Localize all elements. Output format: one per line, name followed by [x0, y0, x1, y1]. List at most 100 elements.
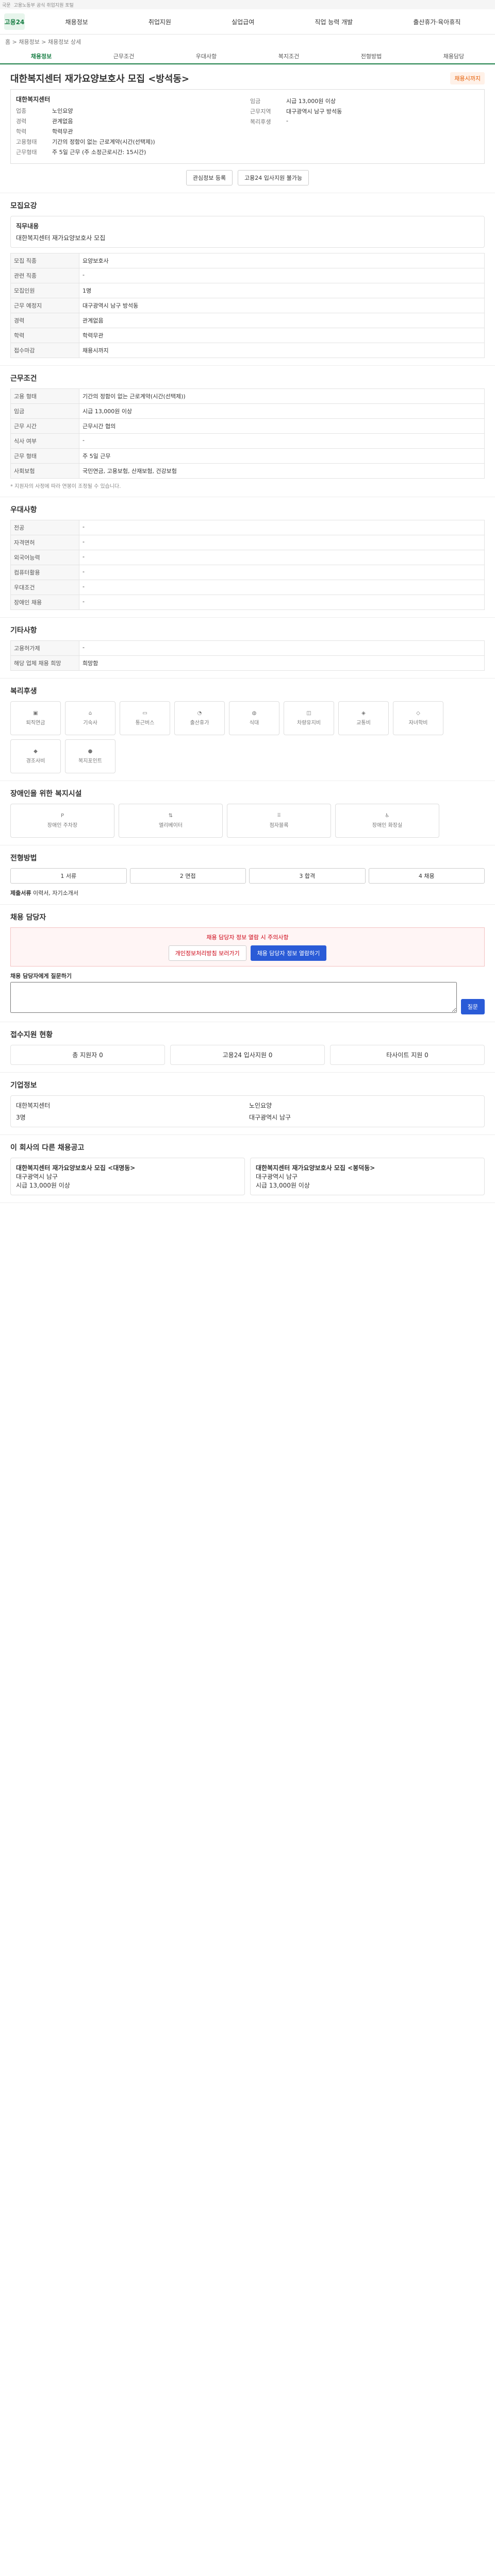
cell-key: 임금: [10, 403, 79, 419]
preference-table: 전공 - 자격면허 - 외국어능력 - 컴퓨터활용 - 우대조건 - 장애인 채용 -: [10, 520, 485, 610]
tab-3[interactable]: 복지조건: [248, 49, 330, 63]
bus-icon: ▭: [142, 710, 147, 716]
question-submit-button[interactable]: 질문: [460, 999, 485, 1014]
tab-0[interactable]: 채용정보: [0, 49, 82, 63]
recommend-title[interactable]: 대한복지센터 재가요양보호사 모집 <봉덕동>: [256, 1163, 479, 1172]
step-item: 2 면접: [129, 868, 246, 884]
cell-key: 모집 직종: [10, 253, 79, 268]
tab-5[interactable]: 채용담당: [412, 49, 495, 63]
recommend-pay: 시급 13,000원 이상: [16, 1182, 70, 1189]
interest-button[interactable]: 관심정보 등록: [186, 170, 233, 185]
welfare-item: ▣ 퇴직연금: [10, 701, 61, 735]
disability-section: 장애인을 위한 복지시설 P 장애인 주차장 ⇅ 엘리베이터 ⠿ 점자블록 ♿ 장애인 …: [0, 781, 495, 845]
duty-title: 직무내용: [16, 223, 39, 230]
welfare-item: ▭ 통근버스: [120, 701, 170, 735]
cell-value: 관계없음: [79, 313, 485, 328]
stat-card: 고용24 입사지원 0: [170, 1045, 325, 1065]
job-header: 대한복지센터 재가요양보호사 모집 <방석동> 채용시까지 대한복지센터 업종 노…: [0, 64, 495, 193]
alert-buttons: 개인정보처리방침 보러가기 채용 담당자 정보 열람하기: [16, 945, 479, 961]
welfare-item: ⌂ 기숙사: [65, 701, 116, 735]
cell-value: 학력무관: [79, 328, 485, 343]
elevator-icon: ⇅: [168, 813, 173, 819]
baby-icon: ◔: [197, 710, 202, 716]
menu-item-3[interactable]: 직업 능력 개발: [315, 18, 353, 26]
welfare-label: 교통비: [356, 720, 371, 726]
cell-value: 국민연금, 고용보험, 산재보험, 건강보험: [79, 463, 485, 479]
company-name[interactable]: 대한복지센터: [16, 95, 245, 104]
recommend-pay: 시급 13,000원 이상: [256, 1182, 310, 1189]
duty-card: 직무내용 대한복지센터 재가요양보호사 모집: [10, 216, 485, 248]
tab-4[interactable]: 전형방법: [330, 49, 412, 63]
company-info-name[interactable]: 대한복지센터: [16, 1101, 246, 1110]
school-icon: ◇: [416, 710, 420, 716]
cell-key: 관련 직종: [10, 268, 79, 283]
disability-item: P 장애인 주차장: [10, 804, 114, 838]
work-detail-section: 모집요강 직무내용 대한복지센터 재가요양보호사 모집 모집 직종 요양보호사 관…: [0, 193, 495, 366]
step-item: 3 합격: [249, 868, 366, 884]
disability-item: ⇅ 엘리베이터: [119, 804, 223, 838]
point-icon: ●: [88, 749, 93, 754]
cell-key: 우대조건: [10, 580, 79, 595]
summary-value: 주 5일 근무 (주 소정근로시간: 15시간): [52, 149, 146, 156]
global-nav: 고용24 채용정보 취업지원 실업급여 직업 능력 개발 출산휴가·육아휴직: [0, 9, 495, 35]
summary-key: 경력: [16, 118, 27, 125]
cell-value: -: [79, 640, 485, 656]
welfare-label: 기숙사: [83, 720, 97, 726]
disability-grid: P 장애인 주차장 ⇅ 엘리베이터 ⠿ 점자블록 ♿ 장애인 화장실: [10, 804, 485, 838]
lang-label[interactable]: 국문: [2, 2, 11, 8]
cell-key: 고용 형태: [10, 388, 79, 404]
recommend-title[interactable]: 대한복지센터 재가요양보호사 모집 <대명동>: [16, 1163, 239, 1172]
privacy-policy-button[interactable]: 개인정보처리방침 보러가기: [168, 945, 246, 961]
menu-item-1[interactable]: 취업지원: [148, 18, 171, 26]
menu-item-0[interactable]: 채용정보: [65, 18, 88, 26]
restroom-icon: ♿: [385, 813, 390, 819]
cell-value: 요양보호사: [79, 253, 485, 268]
apply-button[interactable]: 고용24 입사지원 불가능: [238, 170, 309, 185]
breadcrumb: 홈 > 채용정보 > 채용정보 상세: [5, 39, 81, 45]
summary-key: 학력: [16, 128, 27, 135]
cell-value: 시급 13,000원 이상: [79, 403, 485, 419]
cell-key: 학력: [10, 328, 79, 343]
cell-value: -: [79, 565, 485, 580]
cell-key: 외국어능력: [10, 550, 79, 565]
summary-key: 임금: [250, 98, 261, 105]
welfare-section: 복리후생 ▣ 퇴직연금 ⌂ 기숙사 ▭ 통근버스 ◔ 출산휴가 ◍ 식대 ◫ 차량유지비 ◈…: [0, 679, 495, 781]
cell-key: 식사 여부: [10, 433, 79, 449]
cell-value: -: [79, 535, 485, 550]
detail-tabs: 채용정보 근무조건 우대사항 복지조건 전형방법 채용담당: [0, 49, 495, 64]
view-contact-button[interactable]: 채용 담당자 정보 열람하기: [250, 945, 327, 961]
duty-text: 대한복지센터 재가요양보호사 모집: [16, 234, 106, 242]
welfare-label: 차량유지비: [297, 720, 321, 726]
summary-value: 관계없음: [52, 118, 73, 125]
section-title: 우대사항: [10, 506, 37, 514]
cell-key: 근무 시간: [10, 418, 79, 434]
section-title: 채용 담당자: [10, 913, 46, 922]
contact-alert: 채용 담당자 정보 열람 시 주의사항 개인정보처리방침 보러가기 채용 담당자…: [10, 927, 485, 967]
site-logo[interactable]: 고용24: [4, 13, 25, 30]
cell-value: -: [79, 550, 485, 565]
question-input[interactable]: [10, 982, 457, 1013]
section-title: 모집요강: [10, 202, 37, 210]
summary-key: 고용형태: [16, 139, 37, 145]
cell-value: 대구광역시 남구 방석동: [79, 298, 485, 313]
recommend-card[interactable]: 대한복지센터 재가요양보호사 모집 <대명동> 대구광역시 남구 시급 13,0…: [10, 1158, 245, 1195]
recommend-card[interactable]: 대한복지센터 재가요양보호사 모집 <봉덕동> 대구광역시 남구 시급 13,0…: [250, 1158, 485, 1195]
cell-key: 경력: [10, 313, 79, 328]
deadline-badge: 채용시까지: [450, 72, 485, 84]
tab-1[interactable]: 근무조건: [82, 49, 165, 63]
dorm-icon: ⌂: [88, 710, 92, 716]
menu-item-4[interactable]: 출산휴가·육아휴직: [413, 18, 460, 26]
question-title: 채용 담당자에게 질문하기: [10, 973, 72, 979]
menu-item-2[interactable]: 실업급여: [232, 18, 254, 26]
disability-label: 장애인 주차장: [47, 823, 78, 828]
welfare-label: 출산휴가: [190, 720, 209, 726]
cell-value: 희망함: [79, 655, 485, 671]
welfare-item: ● 복지포인트: [65, 739, 116, 773]
summary-left: 대한복지센터 업종 노인요양 경력 관계없음 학력 학력무관 고용형태 기간의 정함이 …: [16, 95, 245, 158]
cell-key: 자격면허: [10, 535, 79, 550]
summary-key: 복리후생: [250, 118, 271, 125]
tab-2[interactable]: 우대사항: [165, 49, 248, 63]
gift-icon: ◆: [34, 749, 38, 754]
cell-key: 해당 업체 채용 희망: [10, 655, 79, 671]
question-box: 채용 담당자에게 질문하기 질문: [10, 972, 485, 1014]
